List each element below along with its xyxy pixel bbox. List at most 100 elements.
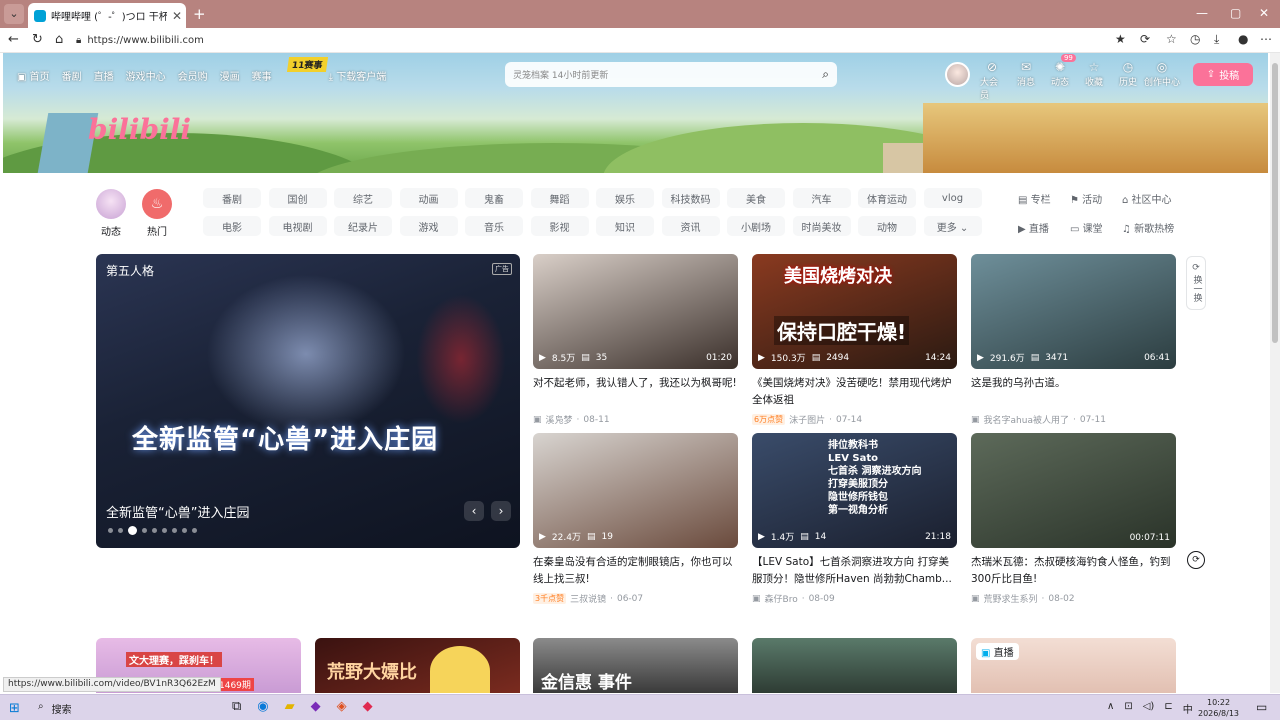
channel-tag[interactable]: 鬼畜	[465, 188, 523, 208]
carousel-dot[interactable]	[182, 528, 187, 533]
more-icon[interactable]: ⋯	[1260, 32, 1272, 46]
channel-tag[interactable]: 娱乐	[596, 188, 654, 208]
video-thumbnail[interactable]: 00:07:11	[971, 433, 1176, 548]
uploader-name[interactable]: 三叔说镜	[570, 592, 606, 605]
download-client-link[interactable]: ⤓ 下载客户端	[329, 68, 387, 83]
app-icon[interactable]: ◆	[363, 699, 373, 714]
link-activity[interactable]: ⚑ 活动	[1070, 191, 1122, 206]
nav-link-manga[interactable]: 漫画	[220, 68, 240, 83]
video-thumbnail[interactable]: ▶ 8.5万 ▤ 35 01:20	[533, 254, 738, 369]
video-thumbnail[interactable]: ▶ 150.3万 ▤ 2494 14:24 美国烧烤对决 保持口腔干燥!	[752, 254, 957, 369]
channel-tag[interactable]: vlog	[923, 188, 982, 208]
hero-carousel[interactable]: 第五人格 广告 全新监管“心兽”进入庄园 全新监管“心兽”进入庄园 ‹ ›	[96, 254, 520, 548]
favorites-list-icon[interactable]: ☆	[1166, 32, 1177, 46]
home-nav-link[interactable]: ▣ 首页	[17, 68, 50, 83]
history-icon[interactable]: ◷	[1190, 32, 1200, 46]
channel-tag[interactable]: 游戏	[399, 216, 458, 236]
video-thumbnail[interactable]: ▶ 1.4万 ▤ 14 21:18 排位教科书 LEV Sato 七首杀 洞察进攻方向 打穿美服…	[752, 433, 957, 548]
avatar[interactable]	[945, 62, 970, 87]
carousel-dot[interactable]	[128, 526, 137, 535]
tab-close-icon[interactable]: ✕	[172, 9, 182, 23]
address-field[interactable]: 🔒︎ https://www.bilibili.com	[76, 31, 1136, 50]
carousel-dot[interactable]	[152, 528, 157, 533]
bilibili-logo[interactable]: bilibili	[88, 113, 191, 146]
carousel-dot[interactable]	[118, 528, 123, 533]
tray-item[interactable]: 中	[1183, 701, 1193, 716]
nav-link-mall[interactable]: 会员购	[178, 68, 208, 83]
video-title[interactable]: 杰瑞米瓦德：杰叔硬核海钓食人怪鱼，钓到300斤比目鱼!	[971, 554, 1176, 588]
tray-item[interactable]: ◁)	[1143, 701, 1155, 716]
dynamic-shortcut[interactable]: 动态	[96, 189, 126, 238]
close-window-button[interactable]: ✕	[1259, 6, 1269, 20]
nav-creator[interactable]: ◎ 创作中心	[1144, 60, 1180, 88]
link-live[interactable]: ▶ 直播	[1018, 220, 1070, 235]
channel-tag[interactable]: 资讯	[661, 216, 720, 236]
search-input[interactable]: 灵笼档案 14小时前更新 ⌕	[505, 62, 837, 87]
start-button[interactable]: ⊞	[9, 701, 20, 716]
nav-link-anime[interactable]: 番剧	[62, 68, 82, 83]
video-thumbnail[interactable]: ▶ 291.6万 ▤ 3471 06:41	[971, 254, 1176, 369]
video-card[interactable]: ▶ 1.4万 ▤ 14 21:18 排位教科书 LEV Sato 七首杀 洞察进攻方向 打穿美服…	[752, 433, 957, 605]
video-card[interactable]: ▶ 291.6万 ▤ 3471 06:41 这是我的乌孙古道。 ▣ 我名字ahua被人用了 · 0…	[971, 254, 1176, 426]
video-card[interactable]: ▶ 150.3万 ▤ 2494 14:24 美国烧烤对决 保持口腔干燥! 《美国烧烤对决》没苦…	[752, 254, 957, 426]
download-icon[interactable]: ⤓	[1214, 32, 1219, 47]
active-tab[interactable]: 哔哩哔哩 (゜-゜)つロ 干杯~-bilibili ✕	[28, 3, 186, 28]
video-card-partial[interactable]: 荒野大嫖比	[315, 638, 520, 693]
maximize-button[interactable]: ▢	[1230, 6, 1241, 20]
video-title[interactable]: 这是我的乌孙古道。	[971, 375, 1176, 409]
uploader-name[interactable]: 溪凫梦	[546, 413, 573, 426]
nav-link-live[interactable]: 直播	[94, 68, 114, 83]
video-title[interactable]: 对不起老师，我认错人了，我还以为枫哥呢!	[533, 375, 738, 409]
favorite-star-icon[interactable]: ★	[1115, 32, 1126, 46]
video-title[interactable]: 【LEV Sato】七首杀洞察进攻方向 打穿美服顶分！隐世修所Haven 尚勃勃…	[752, 554, 957, 588]
channel-tag[interactable]: 综艺	[334, 188, 392, 208]
taskbar-search[interactable]: ⌕ 搜索	[38, 701, 72, 716]
carousel-dot[interactable]	[192, 528, 197, 533]
video-card[interactable]: ▶ 22.4万 ▤ 19 在秦皇岛没有合适的定制眼镜店，你也可以线上找三叔! 3千点赞 三叔…	[533, 433, 738, 605]
carousel-dot[interactable]	[108, 528, 113, 533]
channel-tag[interactable]: 动画	[399, 188, 458, 208]
channel-tag[interactable]: 番剧	[203, 188, 261, 208]
channel-tag[interactable]: 电视剧	[268, 216, 327, 236]
new-tab-button[interactable]: +	[193, 5, 206, 23]
link-music-chart[interactable]: ♫ 新歌热榜	[1122, 220, 1194, 235]
channel-tag[interactable]: 舞蹈	[530, 188, 589, 208]
event-badge[interactable]: 11赛事	[286, 57, 328, 72]
channel-tag[interactable]: 美食	[727, 188, 785, 208]
refresh-button[interactable]: ⟳ 换一换	[1186, 256, 1206, 310]
channel-tag[interactable]: 时尚美妆	[792, 216, 851, 236]
link-column[interactable]: ▤ 专栏	[1018, 191, 1070, 206]
taskbar-clock[interactable]: 10:22 2026/8/13	[1198, 697, 1239, 719]
video-card[interactable]: 00:07:11 杰瑞米瓦德：杰叔硬核海钓食人怪鱼，钓到300斤比目鱼! ▣ 荒野求生…	[971, 433, 1176, 605]
channel-tag[interactable]: 国创	[268, 188, 327, 208]
channel-tag[interactable]: 知识	[596, 216, 654, 236]
extensions-icon[interactable]: ⟳	[1140, 32, 1150, 46]
nav-link-games[interactable]: 游戏中心	[126, 68, 166, 83]
channel-tag[interactable]: 科技数码	[661, 188, 720, 208]
video-card-partial[interactable]: 金信惠 事件	[533, 638, 738, 693]
uploader-name[interactable]: 我名字ahua被人用了	[984, 413, 1069, 426]
task-view-icon[interactable]: ⧉	[232, 699, 241, 714]
app-icon[interactable]: ◈	[337, 699, 347, 714]
minimize-button[interactable]: —	[1196, 6, 1208, 20]
channel-tag[interactable]: 音乐	[465, 216, 523, 236]
link-classroom[interactable]: ▭ 课堂	[1070, 220, 1122, 235]
channel-tag[interactable]: 纪录片	[334, 216, 392, 236]
upload-button[interactable]: ⇪ 投稿	[1193, 63, 1253, 86]
home-icon[interactable]: ⌂	[55, 32, 63, 47]
carousel-prev-button[interactable]: ‹	[464, 501, 484, 521]
search-icon[interactable]: ⌕	[822, 67, 829, 82]
video-card[interactable]: ▶ 8.5万 ▤ 35 01:20 对不起老师，我认错人了，我还以为枫哥呢! ▣ 溪凫梦 · 08…	[533, 254, 738, 426]
file-explorer-icon[interactable]: ▰	[285, 699, 295, 714]
hot-shortcut[interactable]: ♨ 热门	[142, 189, 172, 238]
carousel-dot[interactable]	[172, 528, 177, 533]
tray-item[interactable]: ⊡	[1124, 701, 1132, 716]
carousel-dot[interactable]	[162, 528, 167, 533]
nav-messages[interactable]: ✉ 消息	[1014, 60, 1038, 88]
channel-tag[interactable]: 更多 ⌄	[923, 216, 982, 236]
carousel-next-button[interactable]: ›	[491, 501, 511, 521]
nav-link-esports[interactable]: 赛事	[252, 68, 272, 83]
live-card-partial[interactable]: ▣ 直播	[971, 638, 1176, 693]
video-card-partial[interactable]	[752, 638, 957, 693]
channel-tag[interactable]: 汽车	[792, 188, 851, 208]
